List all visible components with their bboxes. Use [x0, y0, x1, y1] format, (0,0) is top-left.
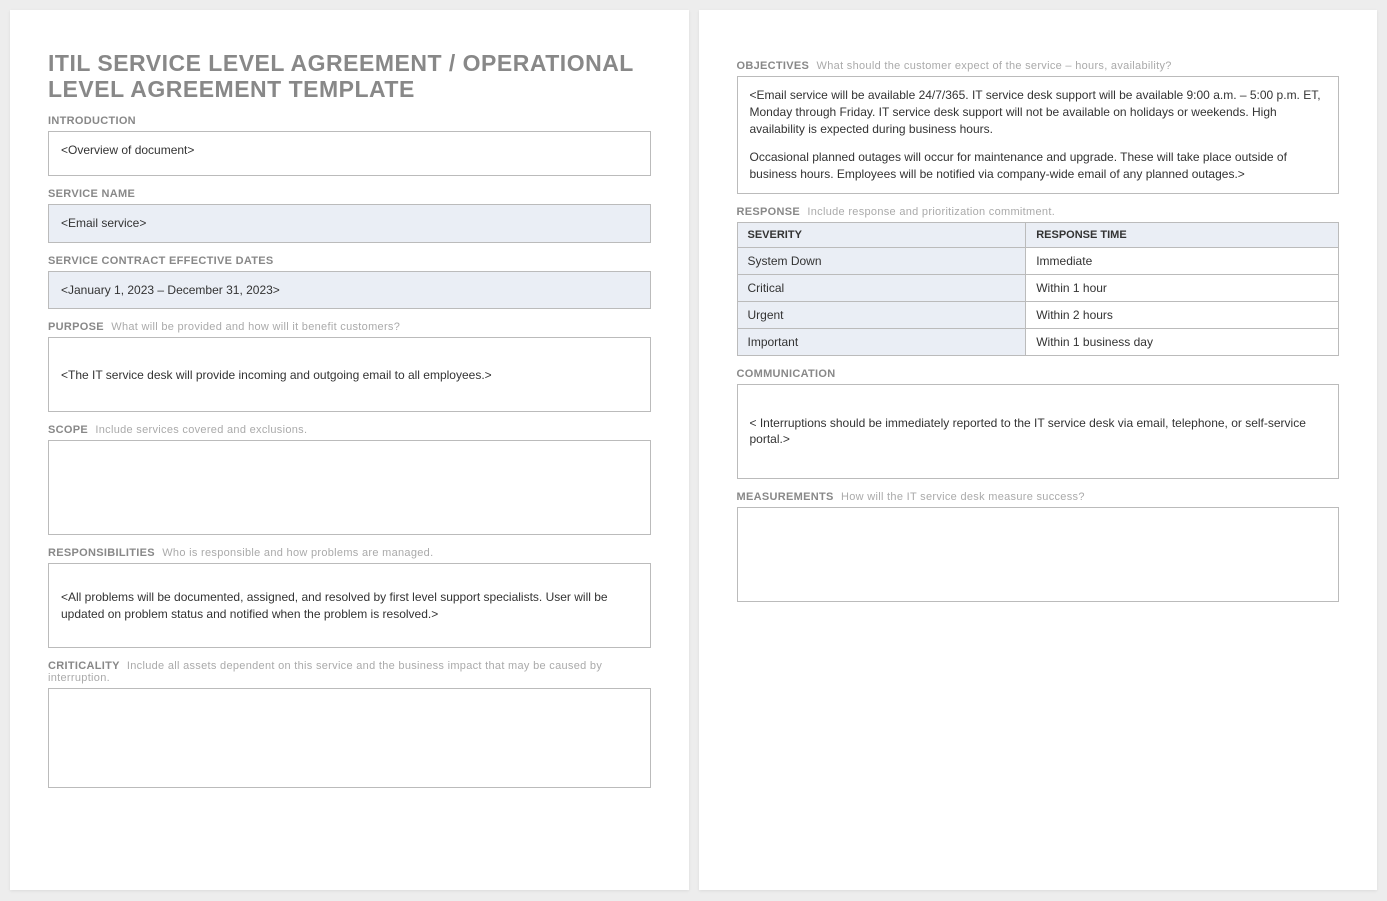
cell-time: Within 2 hours [1026, 301, 1339, 328]
cell-severity: Critical [737, 274, 1026, 301]
label-hint: What should the customer expect of the s… [817, 60, 1172, 72]
label-response: RESPONSE Include response and prioritiza… [737, 206, 1340, 218]
label-text: SCOPE [48, 424, 88, 436]
box-purpose: <The IT service desk will provide incomi… [48, 337, 651, 412]
label-text: RESPONSE [737, 206, 801, 218]
label-scope: SCOPE Include services covered and exclu… [48, 424, 651, 436]
document-page-1: ITIL SERVICE LEVEL AGREEMENT / OPERATION… [10, 10, 689, 890]
label-text: RESPONSIBILITIES [48, 547, 155, 559]
box-criticality [48, 688, 651, 788]
label-hint: What will be provided and how will it be… [111, 321, 400, 333]
box-communication: < Interruptions should be immediately re… [737, 384, 1340, 479]
table-row: Important Within 1 business day [737, 328, 1339, 355]
th-severity: SEVERITY [737, 222, 1026, 247]
label-hint: Who is responsible and how problems are … [162, 547, 433, 559]
label-responsibilities: RESPONSIBILITIES Who is responsible and … [48, 547, 651, 559]
label-hint: How will the IT service desk measure suc… [841, 491, 1085, 503]
table-row: System Down Immediate [737, 247, 1339, 274]
document-page-2: OBJECTIVES What should the customer expe… [699, 10, 1378, 890]
cell-severity: Urgent [737, 301, 1026, 328]
label-text: MEASUREMENTS [737, 491, 834, 503]
document-title: ITIL SERVICE LEVEL AGREEMENT / OPERATION… [48, 50, 651, 103]
objectives-p1: <Email service will be available 24/7/36… [750, 87, 1327, 137]
table-row: Urgent Within 2 hours [737, 301, 1339, 328]
label-communication: COMMUNICATION [737, 368, 1340, 380]
box-scope [48, 440, 651, 535]
th-time: RESPONSE TIME [1026, 222, 1339, 247]
label-objectives: OBJECTIVES What should the customer expe… [737, 60, 1340, 72]
box-introduction: <Overview of document> [48, 131, 651, 176]
cell-severity: Important [737, 328, 1026, 355]
table-row: Critical Within 1 hour [737, 274, 1339, 301]
label-text: CRITICALITY [48, 660, 120, 672]
cell-severity: System Down [737, 247, 1026, 274]
cell-time: Within 1 hour [1026, 274, 1339, 301]
cell-time: Immediate [1026, 247, 1339, 274]
box-dates: <January 1, 2023 – December 31, 2023> [48, 271, 651, 310]
label-measurements: MEASUREMENTS How will the IT service des… [737, 491, 1340, 503]
response-table: SEVERITY RESPONSE TIME System Down Immed… [737, 222, 1340, 356]
label-hint: Include all assets dependent on this ser… [48, 660, 602, 684]
box-service-name: <Email service> [48, 204, 651, 243]
label-introduction: INTRODUCTION [48, 115, 651, 127]
label-dates: SERVICE CONTRACT EFFECTIVE DATES [48, 255, 651, 267]
label-hint: Include services covered and exclusions. [95, 424, 307, 436]
box-objectives: <Email service will be available 24/7/36… [737, 76, 1340, 194]
box-responsibilities: <All problems will be documented, assign… [48, 563, 651, 648]
label-criticality: CRITICALITY Include all assets dependent… [48, 660, 651, 684]
label-text: OBJECTIVES [737, 60, 810, 72]
label-service-name: SERVICE NAME [48, 188, 651, 200]
label-hint: Include response and prioritization comm… [807, 206, 1055, 218]
label-text: PURPOSE [48, 321, 104, 333]
box-measurements [737, 507, 1340, 602]
cell-time: Within 1 business day [1026, 328, 1339, 355]
label-purpose: PURPOSE What will be provided and how wi… [48, 321, 651, 333]
objectives-p2: Occasional planned outages will occur fo… [750, 149, 1327, 183]
